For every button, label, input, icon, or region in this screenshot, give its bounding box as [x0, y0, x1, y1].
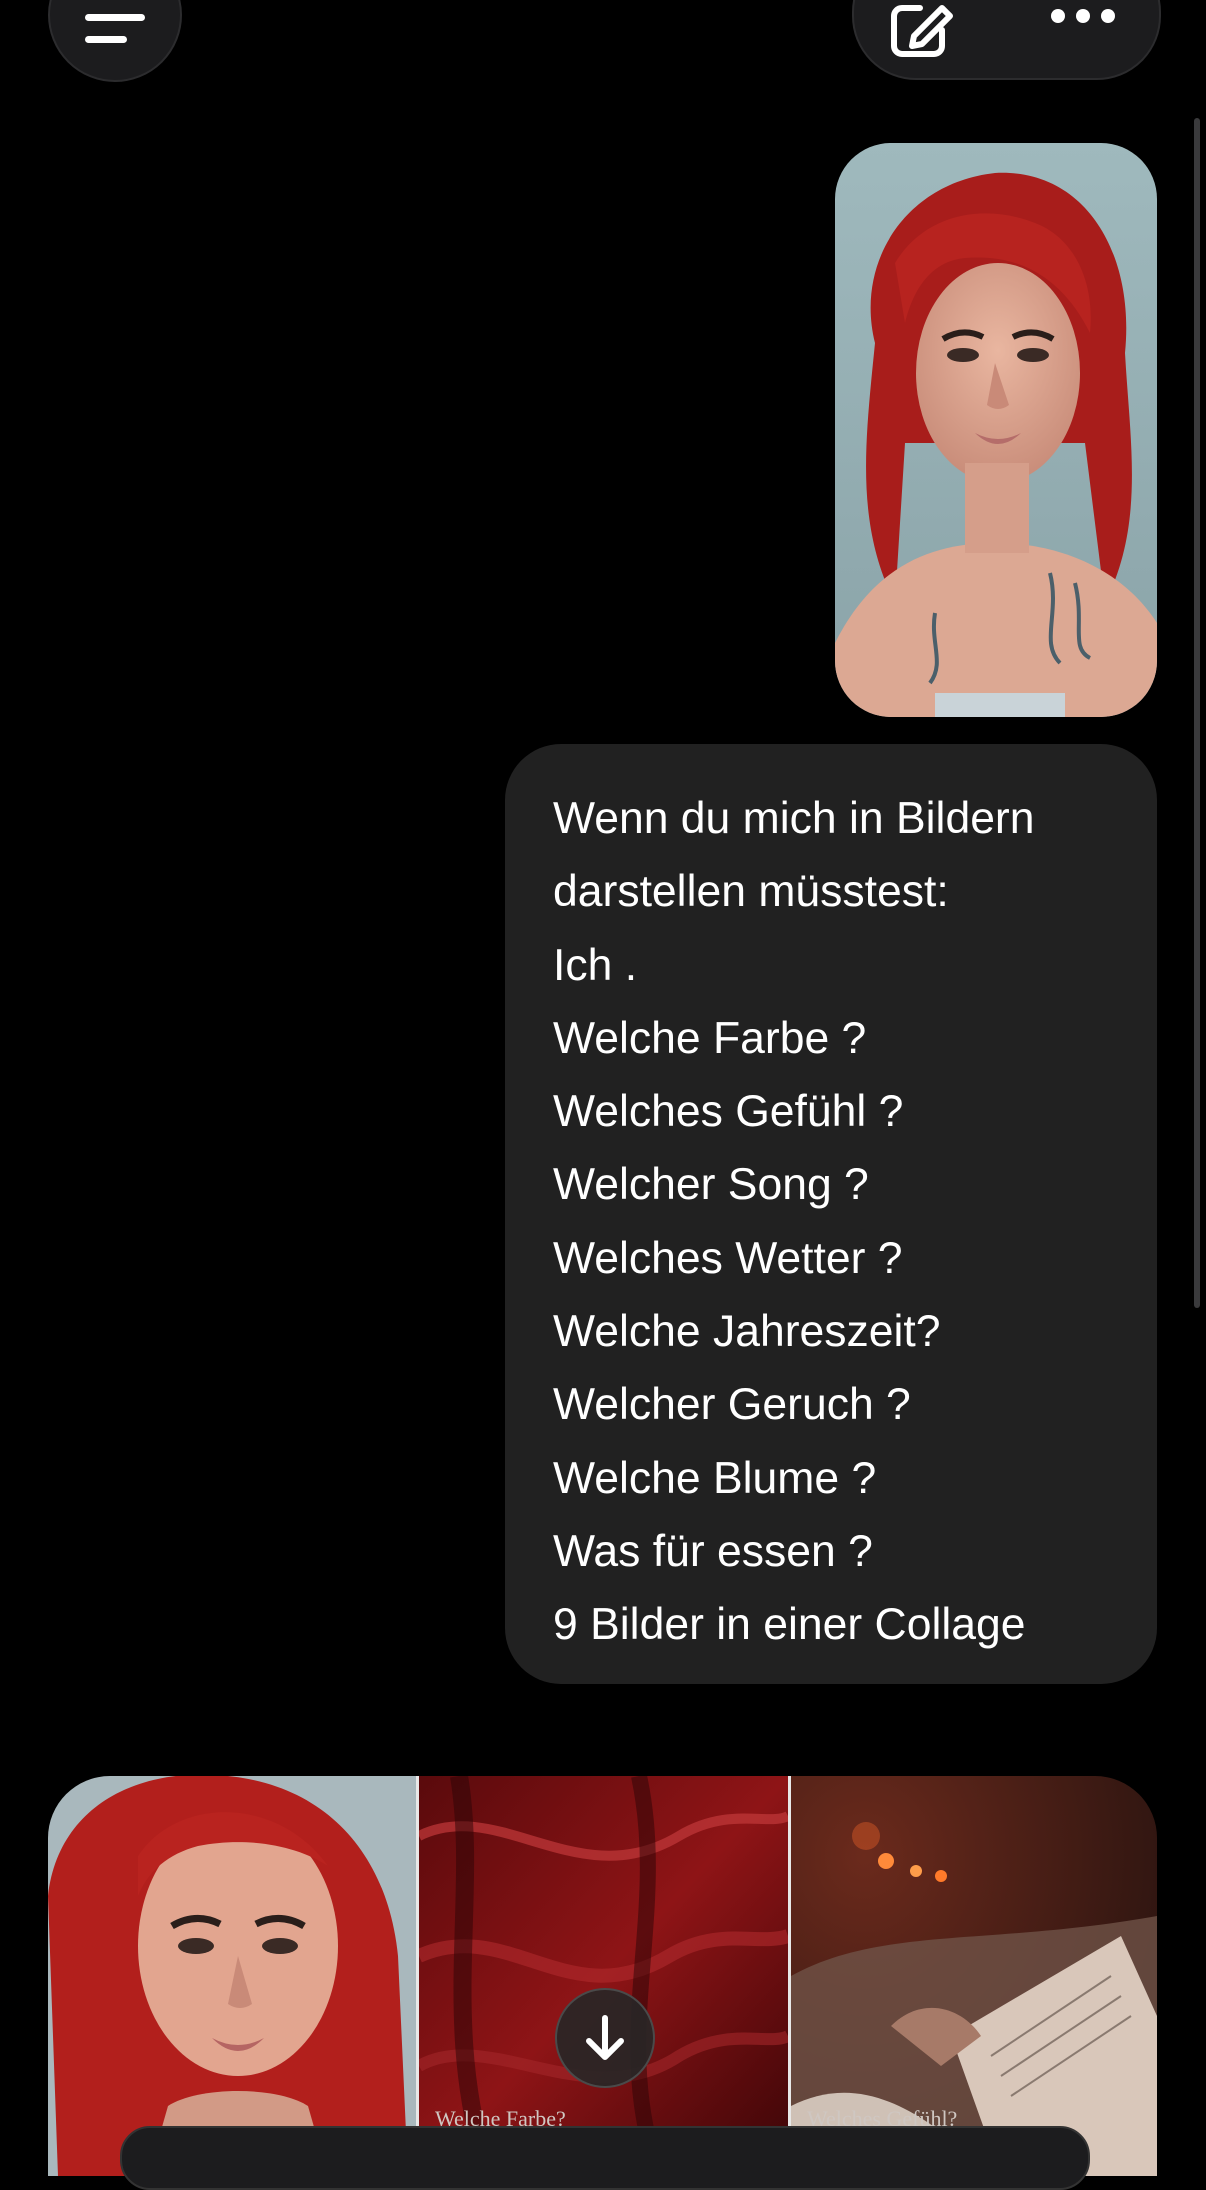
menu-icon — [85, 12, 145, 68]
message-line: 9 Bilder in einer Collage — [553, 1600, 1026, 1650]
message-line: Welcher Song ? — [553, 1160, 869, 1210]
collage-divider — [788, 1776, 791, 2176]
message-line: Welche Blume ? — [553, 1453, 877, 1503]
collage-tile[interactable]: Welches Gefühl? — [791, 1776, 1157, 2176]
portrait-image — [835, 143, 1157, 717]
message-line: Was für essen ? — [553, 1526, 873, 1576]
generated-collage[interactable]: Welche Farbe? Welches Gefühl? — [48, 1776, 1157, 2176]
arrow-down-icon — [586, 2015, 624, 2060]
user-photo[interactable] — [835, 143, 1157, 717]
message-line: darstellen müsstest: — [553, 867, 949, 917]
more-icon[interactable] — [1050, 8, 1116, 24]
message-line: Welche Jahreszeit? — [553, 1307, 941, 1357]
collage-tile[interactable]: Welche Farbe? — [419, 1776, 788, 2176]
message-line: Welcher Geruch ? — [553, 1380, 911, 1430]
header-actions — [852, 0, 1161, 80]
message-line: Welches Wetter ? — [553, 1233, 903, 1283]
scrollbar[interactable] — [1194, 118, 1200, 1308]
collage-tile[interactable] — [48, 1776, 416, 2176]
message-line: Ich . — [553, 940, 638, 990]
message-line: Welches Gefühl ? — [553, 1087, 904, 1137]
collage-portrait-image — [48, 1776, 416, 2176]
message-line: Wenn du mich in Bildern — [553, 794, 1035, 843]
edit-icon[interactable] — [890, 0, 958, 60]
scroll-down-button[interactable] — [555, 1988, 655, 2088]
message-line: Welche Farbe ? — [553, 1013, 867, 1063]
message-bubble[interactable]: Wenn du mich in Bildern darstellen müsst… — [505, 744, 1157, 1684]
menu-button[interactable] — [48, 0, 182, 82]
message-composer[interactable] — [120, 2126, 1090, 2190]
collage-divider — [416, 1776, 419, 2176]
